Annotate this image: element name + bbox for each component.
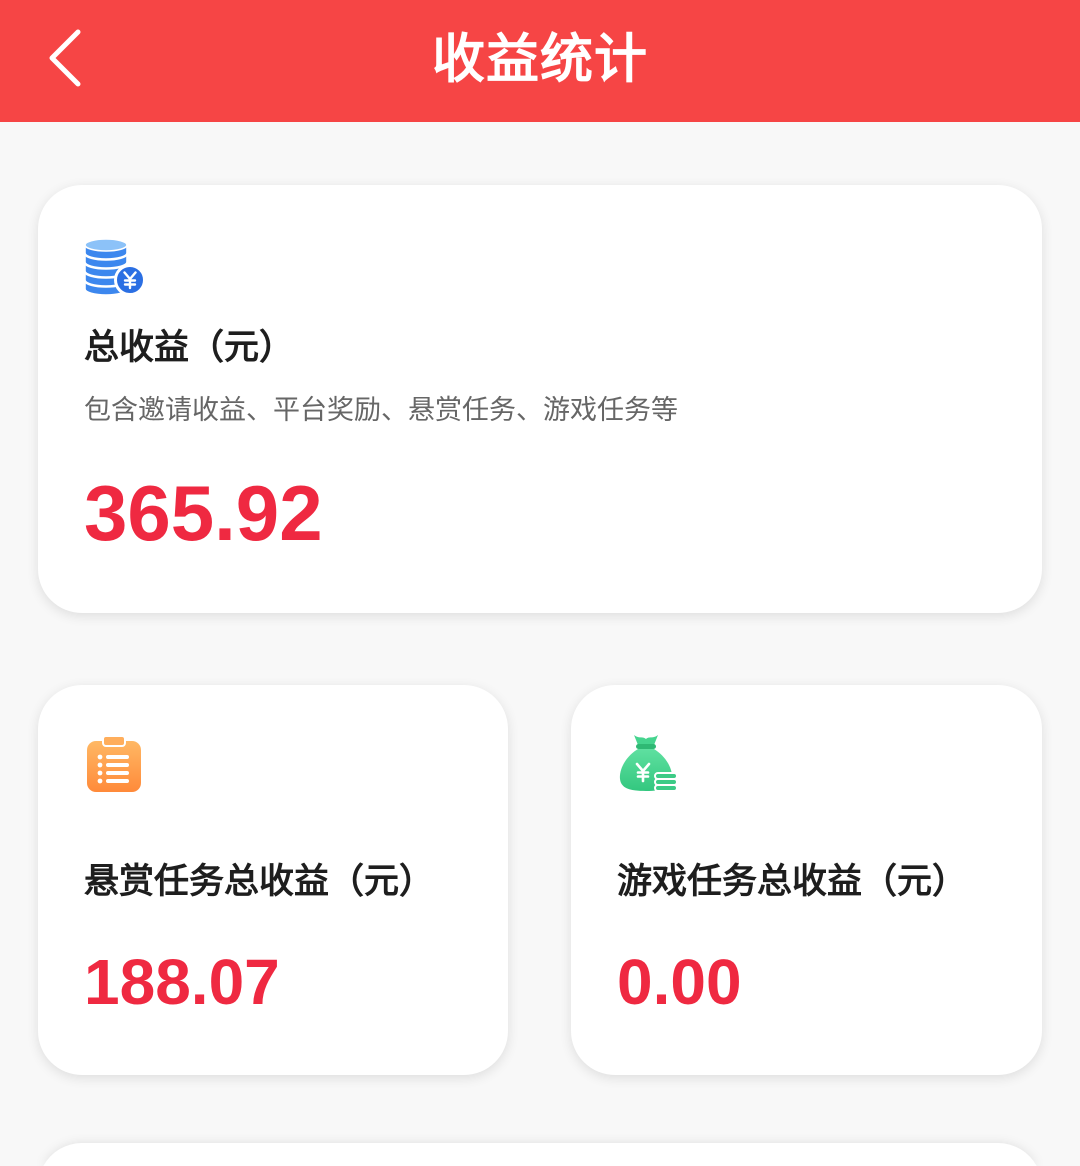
total-earnings-label: 总收益（元） [84,328,295,367]
chevron-left-icon[interactable] [40,26,92,90]
next-card-partial [43,1143,1037,1166]
total-earnings-description: 包含邀请收益、平台奖励、悬赏任务、游戏任务等 [84,395,678,425]
game-task-earnings-card: 游戏任务总收益（元） 0.00 [571,685,1042,1075]
page-title: 收益统计 [432,30,648,89]
total-earnings-card: 总收益（元） 包含邀请收益、平台奖励、悬赏任务、游戏任务等 365.92 [38,185,1042,613]
money-bag-yen-icon [619,735,678,792]
total-earnings-value: 365.92 [84,469,323,557]
back-button[interactable] [40,26,92,90]
top-bar: 收益统计 [0,0,1080,122]
game-task-earnings-value: 0.00 [617,946,742,1018]
clipboard-list-icon [87,735,141,792]
bounty-task-earnings-card: 悬赏任务总收益（元） 188.07 [38,685,508,1075]
bounty-task-earnings-value: 188.07 [84,946,280,1018]
coin-stack-yen-icon [84,238,146,296]
game-task-earnings-label: 游戏任务总收益（元） [617,862,968,901]
bounty-task-earnings-label: 悬赏任务总收益（元） [84,862,435,901]
